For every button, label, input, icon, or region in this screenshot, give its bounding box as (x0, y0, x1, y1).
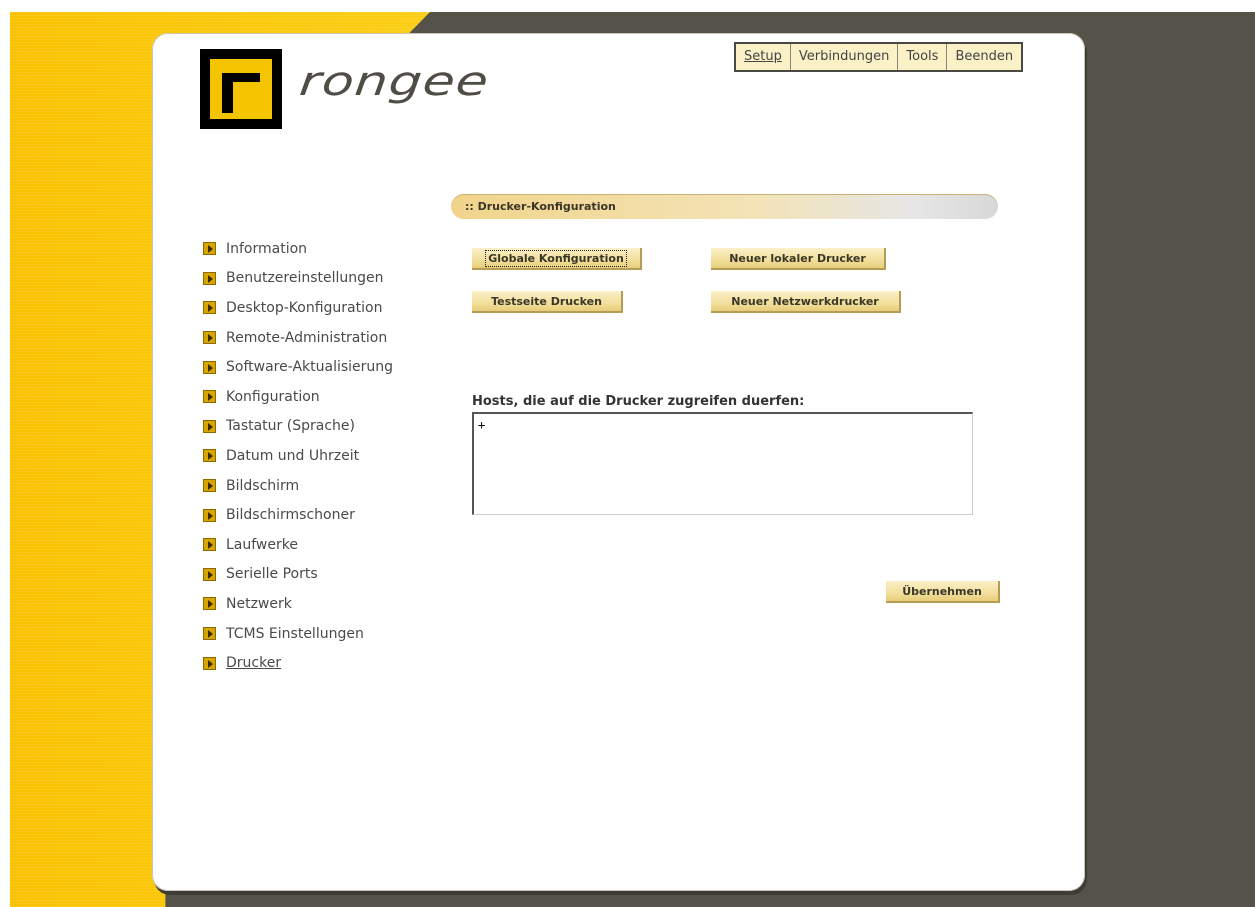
sidebar-item-label: Software-Aktualisierung (226, 359, 394, 376)
sidebar-item-label: Bildschirm (226, 477, 300, 494)
tab-tools[interactable]: Tools (898, 44, 948, 70)
tab-verbindungen[interactable]: Verbindungen (791, 44, 899, 70)
arrow-right-icon (203, 656, 216, 670)
sidebar-item-datum-uhrzeit[interactable]: Datum und Uhrzeit (203, 441, 393, 471)
button-label: Neuer lokaler Drucker (729, 252, 866, 265)
button-label: Übernehmen (902, 585, 982, 598)
sidebar-item-label: Netzwerk (226, 595, 292, 612)
apply-button[interactable]: Übernehmen (886, 581, 1000, 603)
arrow-right-icon (203, 301, 216, 315)
sidebar-item-label: Benutzereinstellungen (226, 270, 384, 287)
new-local-printer-button[interactable]: Neuer lokaler Drucker (711, 248, 886, 270)
rongee-logo-icon (200, 49, 282, 129)
sidebar-item-laufwerke[interactable]: Laufwerke (203, 530, 393, 560)
arrow-right-icon (203, 597, 216, 611)
button-label: Neuer Netzwerkdrucker (731, 295, 879, 308)
sidebar-menu: Information Benutzereinstellungen Deskto… (203, 234, 393, 678)
sidebar-item-desktop-konfiguration[interactable]: Desktop-Konfiguration (203, 293, 393, 323)
sidebar-item-remote-administration[interactable]: Remote-Administration (203, 323, 393, 353)
section-title: :: Drucker-Konfiguration (465, 200, 616, 213)
arrow-right-icon (203, 449, 216, 463)
brand-name: rongee (297, 58, 492, 106)
sidebar-item-benutzereinstellungen[interactable]: Benutzereinstellungen (203, 264, 393, 294)
sidebar-item-label: Datum und Uhrzeit (226, 447, 360, 464)
hosts-label: Hosts, die auf die Drucker zugreifen due… (472, 394, 805, 409)
arrow-right-icon (203, 331, 216, 345)
sidebar-item-drucker[interactable]: Drucker (203, 648, 393, 678)
sidebar-item-label: Laufwerke (226, 536, 298, 553)
sidebar-item-information[interactable]: Information (203, 234, 393, 264)
sidebar-item-netzwerk[interactable]: Netzwerk (203, 589, 393, 619)
print-test-page-button[interactable]: Testseite Drucken (472, 291, 623, 313)
sidebar-item-label: Remote-Administration (226, 329, 388, 346)
button-label: Globale Konfiguration (485, 250, 627, 267)
sidebar-item-label: Serielle Ports (226, 566, 318, 583)
arrow-right-icon (203, 360, 216, 374)
arrow-right-icon (203, 242, 216, 256)
sidebar-item-label: TCMS Einstellungen (226, 625, 364, 642)
sidebar-item-label: Tastatur (Sprache) (226, 418, 355, 435)
new-network-printer-button[interactable]: Neuer Netzwerkdrucker (711, 291, 901, 313)
sidebar-item-bildschirm[interactable]: Bildschirm (203, 471, 393, 501)
sidebar-item-label: Desktop-Konfiguration (226, 299, 383, 316)
sidebar-item-serielle-ports[interactable]: Serielle Ports (203, 560, 393, 590)
arrow-right-icon (203, 567, 216, 581)
sidebar-item-bildschirmschoner[interactable]: Bildschirmschoner (203, 500, 393, 530)
sidebar-item-tcms-einstellungen[interactable]: TCMS Einstellungen (203, 619, 393, 649)
hosts-textarea[interactable]: + (472, 412, 973, 515)
arrow-right-icon (203, 390, 216, 404)
sidebar-item-label: Drucker (226, 655, 282, 672)
arrow-right-icon (203, 271, 216, 285)
sidebar-item-label: Information (226, 240, 308, 257)
section-header: :: Drucker-Konfiguration (451, 194, 998, 220)
sidebar-item-tastatur[interactable]: Tastatur (Sprache) (203, 412, 393, 442)
sidebar-item-konfiguration[interactable]: Konfiguration (203, 382, 393, 412)
sidebar-item-label: Bildschirmschoner (226, 507, 355, 524)
arrow-right-icon (203, 479, 216, 493)
tab-beenden[interactable]: Beenden (947, 44, 1021, 70)
button-label: Testseite Drucken (491, 295, 602, 308)
arrow-right-icon (203, 627, 216, 641)
global-config-button[interactable]: Globale Konfiguration (472, 248, 642, 270)
arrow-right-icon (203, 419, 216, 433)
arrow-right-icon (203, 538, 216, 552)
sidebar-item-label: Konfiguration (226, 388, 320, 405)
top-navigation: Setup Verbindungen Tools Beenden (734, 42, 1024, 72)
sidebar-item-software-aktualisierung[interactable]: Software-Aktualisierung (203, 352, 393, 382)
arrow-right-icon (203, 508, 216, 522)
tab-setup[interactable]: Setup (736, 44, 791, 70)
